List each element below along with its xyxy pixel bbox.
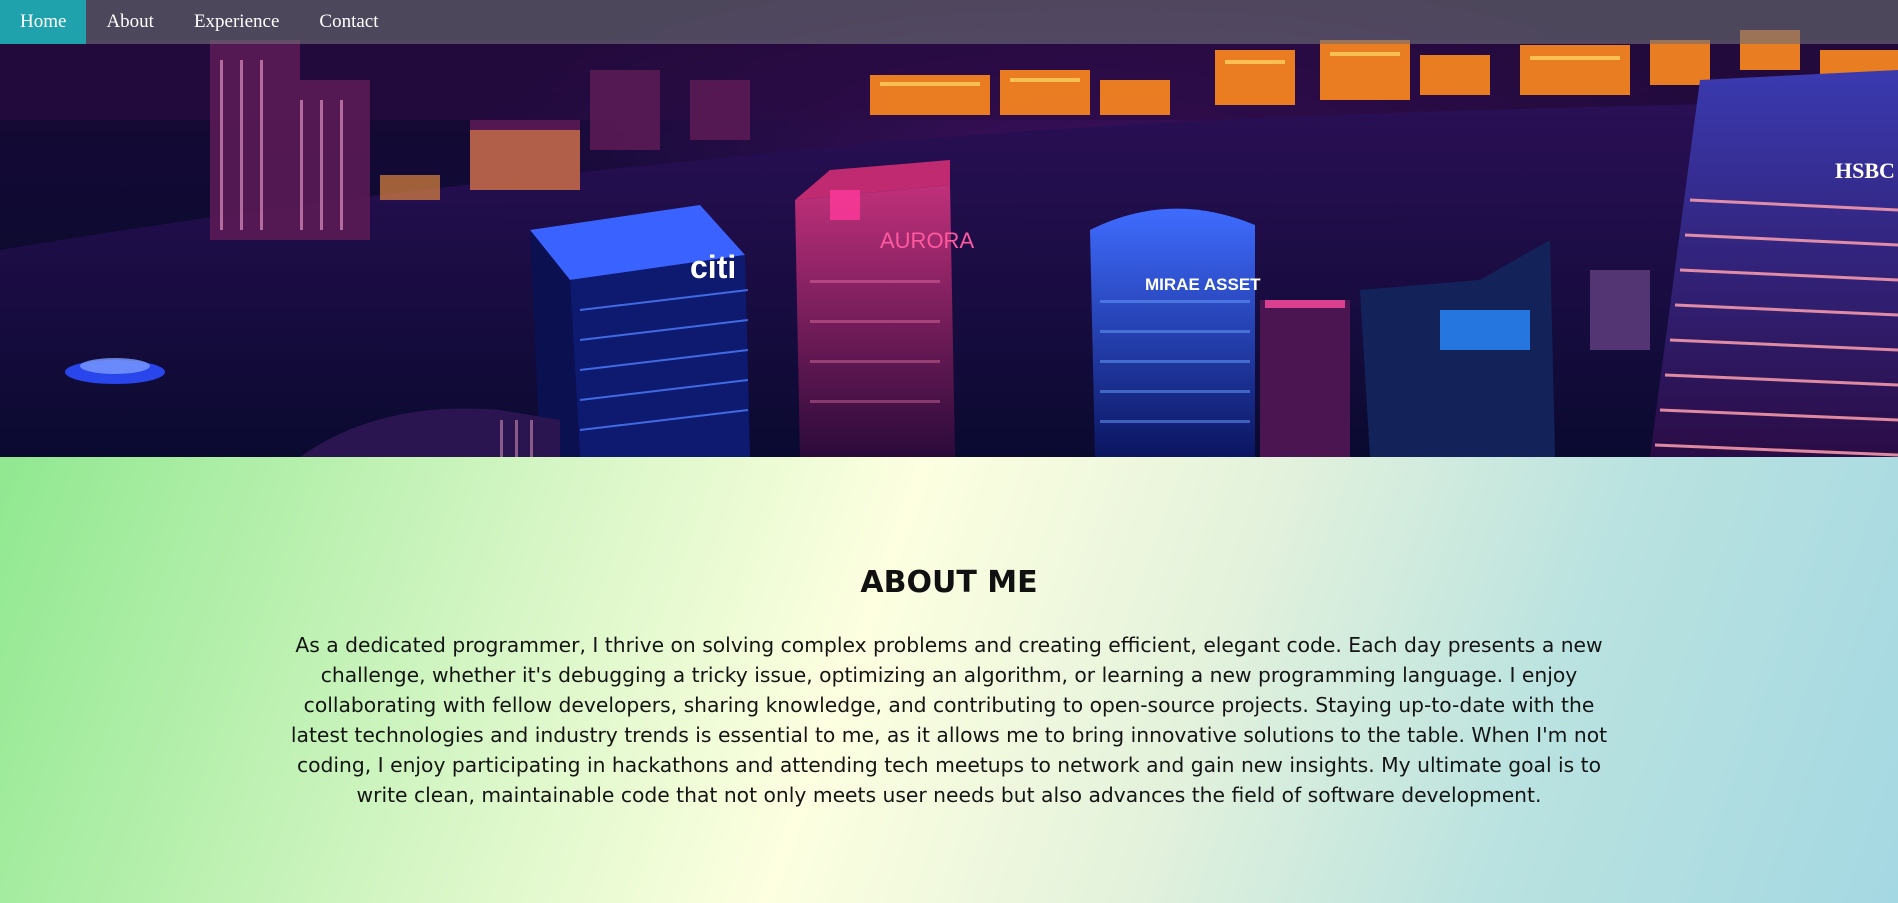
hsbc-sign: HSBC (1835, 158, 1895, 183)
hero-image: citi AURORA MIRAE ASSET HSBC (0, 0, 1898, 457)
about-title: ABOUT ME (860, 565, 1038, 600)
nav-about[interactable]: About (86, 0, 174, 44)
city-skyline-illustration: citi AURORA MIRAE ASSET HSBC (0, 30, 1898, 457)
about-section: ABOUT ME As a dedicated programmer, I th… (0, 457, 1898, 903)
page: citi AURORA MIRAE ASSET HSBC Home About … (0, 0, 1898, 903)
about-text: As a dedicated programmer, I thrive on s… (290, 633, 1608, 807)
mirae-asset-sign: MIRAE ASSET (1145, 275, 1261, 294)
top-nav: Home About Experience Contact (0, 0, 1898, 44)
citi-sign: citi (690, 249, 736, 285)
nav-contact[interactable]: Contact (299, 0, 398, 44)
aurora-sign: AURORA (880, 228, 974, 253)
nav-experience[interactable]: Experience (174, 0, 299, 44)
nav-home[interactable]: Home (0, 0, 87, 44)
